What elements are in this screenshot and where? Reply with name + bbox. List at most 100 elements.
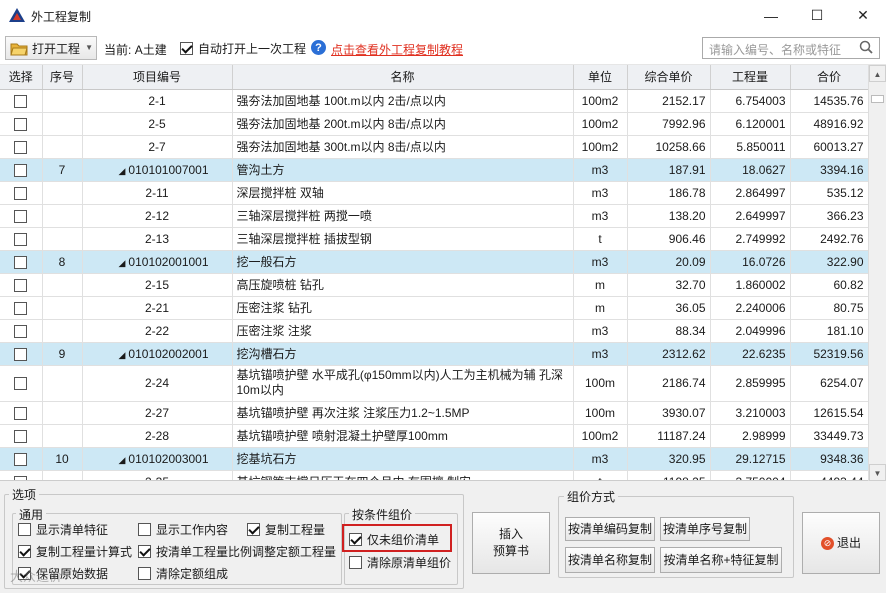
- row-checkbox[interactable]: [14, 376, 28, 390]
- row-checkbox[interactable]: [14, 406, 28, 420]
- row-checkbox[interactable]: [14, 232, 28, 246]
- col-code[interactable]: 项目编号: [82, 65, 233, 90]
- table-row-group[interactable]: 8 ◢ 010102001001 挖一般石方 m3 20.09 16.0726 322.90: [0, 250, 868, 274]
- unit-cell: m3: [573, 158, 628, 182]
- row-checkbox[interactable]: [14, 255, 28, 269]
- row-checkbox[interactable]: [14, 429, 28, 443]
- copy-by-code-button[interactable]: 按清单编码复制: [565, 517, 655, 541]
- table-row[interactable]: 2-5 强夯法加固地基 200t.m以内 8击/点以内 100m2 7992.96 6.…: [0, 112, 868, 136]
- table-row[interactable]: 2-11 深层搅拌桩 双轴 m3 186.78 2.864997 535.12: [0, 181, 868, 205]
- table-row-group[interactable]: 9 ◢ 010102002001 挖沟槽石方 m3 2312.62 22.6235 52319…: [0, 342, 868, 366]
- table-row[interactable]: 2-22 压密注浆 注浆 m3 88.34 2.049996 181.10: [0, 319, 868, 343]
- table-row[interactable]: 2-12 三轴深层搅拌桩 两搅一喷 m3 138.20 2.649997 366.23: [0, 204, 868, 228]
- col-seq[interactable]: 序号: [42, 65, 83, 90]
- adjust-ratio-check[interactable]: [138, 545, 151, 558]
- price-cell: 32.70: [627, 273, 711, 297]
- row-checkbox[interactable]: [14, 301, 28, 315]
- row-checkbox[interactable]: [14, 140, 28, 154]
- row-checkbox[interactable]: [14, 324, 28, 338]
- show-feature-check[interactable]: [18, 523, 31, 536]
- col-name[interactable]: 名称: [232, 65, 574, 90]
- clear-quota-check[interactable]: [138, 567, 151, 580]
- col-unit[interactable]: 单位: [573, 65, 628, 90]
- maximize-button[interactable]: ☐: [794, 0, 840, 31]
- row-checkbox[interactable]: [14, 347, 28, 361]
- table-row-group[interactable]: 7 ◢ 010101007001 管沟土方 m3 187.91 18.0627 3394.16: [0, 158, 868, 182]
- col-select[interactable]: 选择: [0, 65, 43, 90]
- table-row[interactable]: 2-7 强夯法加固地基 300t.m以内 8击/点以内 100m2 10258.66 5…: [0, 135, 868, 159]
- minimize-button[interactable]: —: [748, 0, 794, 31]
- open-project-button[interactable]: 打开工程 ▼: [5, 36, 97, 60]
- col-total[interactable]: 合价: [790, 65, 868, 90]
- collapse-icon[interactable]: ◢: [119, 455, 126, 465]
- collapse-icon[interactable]: ◢: [119, 350, 126, 360]
- row-checkbox[interactable]: [14, 94, 28, 108]
- table-row[interactable]: 2-15 高压旋喷桩 钻孔 m 32.70 1.860002 60.82: [0, 273, 868, 297]
- window-title: 外工程复制: [31, 10, 92, 24]
- table-row[interactable]: 2-13 三轴深层搅拌桩 插拔型钢 t 906.46 2.749992 2492.76: [0, 227, 868, 251]
- row-checkbox[interactable]: [14, 452, 28, 466]
- table-row[interactable]: 2-24 基坑锚喷护壁 水平成孔(φ150mm以内)人工为主机械为辅 孔深10m以…: [0, 365, 868, 402]
- seq-cell: [42, 89, 83, 113]
- collapse-icon[interactable]: ◢: [119, 166, 126, 176]
- col-price[interactable]: 综合单价: [627, 65, 711, 90]
- auto-open-checkbox[interactable]: 自动打开上一次工程: [180, 40, 306, 57]
- insert-budget-button[interactable]: 插入 预算书: [472, 512, 550, 574]
- name-cell: 管沟土方: [232, 158, 574, 182]
- row-checkbox[interactable]: [14, 209, 28, 223]
- col-qty[interactable]: 工程量: [710, 65, 791, 90]
- current-label: 当前:: [104, 43, 132, 57]
- copy-qty-checkbox[interactable]: 复制工程量: [247, 521, 325, 538]
- tutorial-link[interactable]: 点击查看外工程复制教程: [331, 41, 463, 58]
- copy-qty-check[interactable]: [247, 523, 260, 536]
- auto-open-check[interactable]: [180, 42, 193, 55]
- table-row-group[interactable]: 10 ◢ 010102003001 挖基坑石方 m3 320.95 29.12715 9348…: [0, 447, 868, 471]
- exit-button[interactable]: ⊘ 退出: [802, 512, 880, 574]
- total-cell: 48916.92: [790, 112, 868, 136]
- row-checkbox[interactable]: [14, 117, 28, 131]
- clear-original-price-checkbox[interactable]: 清除原清单组价: [349, 554, 451, 571]
- search-input[interactable]: 请输入编号、名称或特征: [702, 37, 880, 59]
- total-cell: 60.82: [790, 273, 868, 297]
- copy-by-name-feature-button[interactable]: 按清单名称+特征复制: [660, 547, 782, 573]
- dropdown-arrow-icon[interactable]: ▼: [85, 43, 93, 52]
- row-checkbox[interactable]: [14, 163, 28, 177]
- qty-cell: 2.859995: [710, 365, 791, 402]
- clear-quota-checkbox[interactable]: 清除定额组成: [138, 565, 228, 582]
- seq-cell: [42, 470, 83, 480]
- scroll-thumb[interactable]: [871, 95, 884, 103]
- show-work-check[interactable]: [138, 523, 151, 536]
- vertical-scrollbar[interactable]: ▲ ▼: [868, 65, 886, 481]
- row-checkbox[interactable]: [14, 186, 28, 200]
- price-cell: 10258.66: [627, 135, 711, 159]
- collapse-icon[interactable]: ◢: [119, 258, 126, 268]
- table-row[interactable]: 2-21 压密注浆 钻孔 m 36.05 2.240006 80.75: [0, 296, 868, 320]
- scroll-up-icon[interactable]: ▲: [869, 65, 886, 82]
- maximize-icon: ☐: [810, 7, 824, 23]
- qty-cell: 3.210003: [710, 401, 791, 425]
- table-row[interactable]: 2-1 强夯法加固地基 100t.m以内 2击/点以内 100m2 2152.17 6.…: [0, 89, 868, 113]
- clear-original-price-check[interactable]: [349, 556, 362, 569]
- show-work-checkbox[interactable]: 显示工作内容: [138, 521, 228, 538]
- scroll-down-icon[interactable]: ▼: [869, 464, 886, 481]
- seq-cell: [42, 401, 83, 425]
- code-text: 2-11: [145, 185, 169, 200]
- code-cell: ◢ 010102002001: [82, 342, 233, 366]
- copy-formula-checkbox[interactable]: 复制工程量计算式: [18, 543, 132, 560]
- code-text: 2-28: [144, 428, 170, 443]
- table-row[interactable]: 2-35 基坑钢管支撑日历天在四个月内 有围檩 制安t1198.253.75000…: [0, 470, 868, 480]
- adjust-ratio-checkbox[interactable]: 按清单工程量比例调整定额工程量: [138, 543, 336, 560]
- options-legend: 选项: [9, 486, 40, 503]
- copy-formula-check[interactable]: [18, 545, 31, 558]
- row-checkbox[interactable]: [14, 475, 28, 480]
- row-checkbox[interactable]: [14, 278, 28, 292]
- close-button[interactable]: ✕: [840, 0, 886, 31]
- total-cell: 60013.27: [790, 135, 868, 159]
- table-row[interactable]: 2-27 基坑锚喷护壁 再次注浆 注浆压力1.2~1.5MP 100m 3930.07…: [0, 401, 868, 425]
- show-feature-checkbox[interactable]: 显示清单特征: [18, 521, 108, 538]
- copy-by-seq-button[interactable]: 按清单序号复制: [660, 517, 750, 541]
- copy-by-name-button[interactable]: 按清单名称复制: [565, 547, 655, 573]
- table-row[interactable]: 2-28 基坑锚喷护壁 喷射混凝土护壁厚100mm 100m2 11187.24 2.9…: [0, 424, 868, 448]
- search-icon[interactable]: [859, 40, 873, 54]
- help-icon[interactable]: ?: [311, 40, 326, 55]
